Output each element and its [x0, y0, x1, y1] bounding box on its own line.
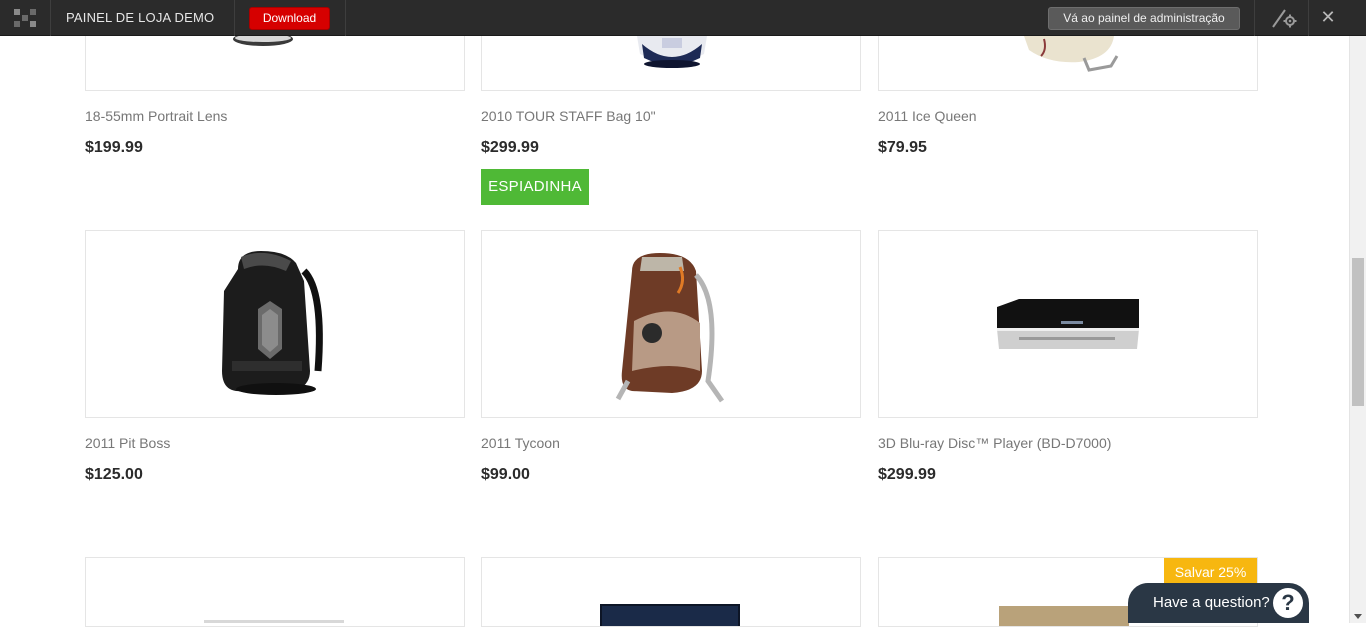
product-image[interactable] — [85, 36, 465, 91]
product-card[interactable]: 2011 Tycoon $99.00 — [481, 230, 861, 484]
scroll-down-icon[interactable] — [1354, 614, 1362, 619]
sale-badge: Salvar 25% — [1164, 558, 1257, 586]
product-name[interactable]: 3D Blu-ray Disc™ Player (BD-D7000) — [878, 434, 1258, 452]
close-icon[interactable]: ✕ — [1320, 7, 1336, 27]
product-name[interactable]: 2010 TOUR STAFF Bag 10" — [481, 107, 861, 125]
product-card[interactable] — [85, 557, 465, 627]
product-price: $299.99 — [481, 139, 539, 156]
product-price: $79.95 — [878, 139, 927, 156]
product-image[interactable] — [878, 36, 1258, 91]
product-name[interactable]: 2011 Ice Queen — [878, 107, 1258, 125]
page-scrollbar[interactable] — [1349, 36, 1366, 623]
product-name[interactable]: 18-55mm Portrait Lens — [85, 107, 465, 125]
product-image[interactable] — [878, 230, 1258, 418]
grid-menu-icon[interactable] — [14, 9, 36, 27]
download-button[interactable]: Download — [249, 7, 330, 30]
product-price: $299.99 — [878, 466, 936, 483]
quickview-button[interactable]: ESPIADINHA — [481, 169, 589, 205]
admin-panel-button[interactable]: Vá ao painel de administração — [1048, 7, 1240, 30]
scrollbar-thumb[interactable] — [1352, 258, 1364, 406]
divider — [50, 0, 51, 36]
question-icon: ? — [1273, 588, 1303, 618]
product-name[interactable]: 2011 Pit Boss — [85, 434, 465, 452]
divider — [345, 0, 346, 36]
chat-label: Have a question? — [1153, 594, 1270, 611]
divider — [1254, 0, 1255, 36]
settings-tools-icon[interactable] — [1270, 8, 1298, 28]
product-card[interactable]: 18-55mm Portrait Lens $199.99 — [85, 36, 465, 157]
product-card[interactable]: 2011 Ice Queen $79.95 — [878, 36, 1258, 157]
product-name[interactable]: 2011 Tycoon — [481, 434, 861, 452]
product-image[interactable] — [481, 230, 861, 418]
admin-toolbar: PAINEL DE LOJA DEMO Download Vá ao paine… — [0, 0, 1366, 36]
product-price: $199.99 — [85, 139, 143, 156]
product-card[interactable]: 2011 Pit Boss $125.00 — [85, 230, 465, 484]
store-title: PAINEL DE LOJA DEMO — [66, 10, 215, 25]
chat-widget-button[interactable]: Have a question? ? — [1128, 583, 1309, 623]
product-card[interactable]: 2010 TOUR STAFF Bag 10" $299.99 — [481, 36, 861, 157]
product-image[interactable] — [85, 230, 465, 418]
product-price: $125.00 — [85, 466, 143, 483]
product-image[interactable] — [481, 36, 861, 91]
divider — [234, 0, 235, 36]
product-card[interactable]: 3D Blu-ray Disc™ Player (BD-D7000) $299.… — [878, 230, 1258, 484]
product-card[interactable] — [481, 557, 861, 627]
product-image[interactable] — [481, 557, 861, 627]
divider — [1308, 0, 1309, 36]
product-image[interactable] — [85, 557, 465, 627]
product-price: $99.00 — [481, 466, 530, 483]
